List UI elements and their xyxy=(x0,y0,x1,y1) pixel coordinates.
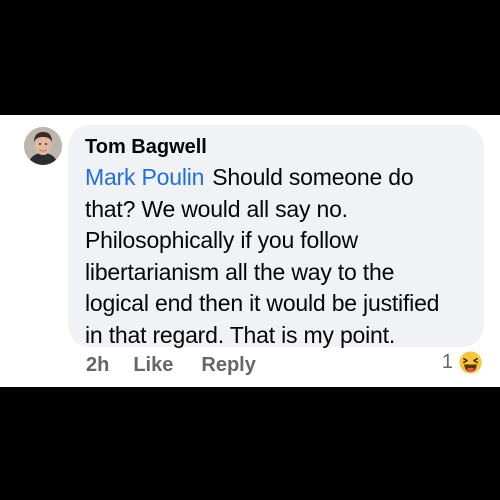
comment-line-3: Philosophically if you follow xyxy=(85,227,358,253)
reply-button[interactable]: Reply xyxy=(201,354,255,377)
comment-line-6: in that regard. That is my point. xyxy=(85,321,396,348)
comment-body: Mark Poulin Should someone do that? We wo… xyxy=(85,162,475,351)
comment-bubble: Tom Bagwell Mark Poulin Should someone do… xyxy=(68,125,484,348)
comment-author[interactable]: Tom Bagwell xyxy=(85,136,207,159)
reaction-count: 1 xyxy=(441,351,453,373)
haha-emoji-icon xyxy=(457,349,484,376)
mention-link[interactable]: Mark Poulin xyxy=(85,164,204,190)
avatar[interactable] xyxy=(24,127,62,165)
comment-line-1: Mark Poulin Should someone do xyxy=(85,162,475,194)
comment-line-2: that? We would all say no. xyxy=(85,195,348,222)
comment-panel: Tom Bagwell Mark Poulin Should someone do… xyxy=(0,115,500,387)
comment-line-1-text: Should someone do xyxy=(212,164,414,190)
comment-line-5: logical end then it would be justified xyxy=(85,290,440,316)
comment-timestamp[interactable]: 2h xyxy=(86,354,109,377)
like-button[interactable]: Like xyxy=(133,354,173,377)
reaction-summary[interactable]: 1 xyxy=(442,349,484,376)
comment-actions: 2h Like Reply xyxy=(86,354,256,377)
comment-line-4: libertarianism all the way to the xyxy=(85,258,395,285)
profile-photo-icon xyxy=(24,127,62,165)
